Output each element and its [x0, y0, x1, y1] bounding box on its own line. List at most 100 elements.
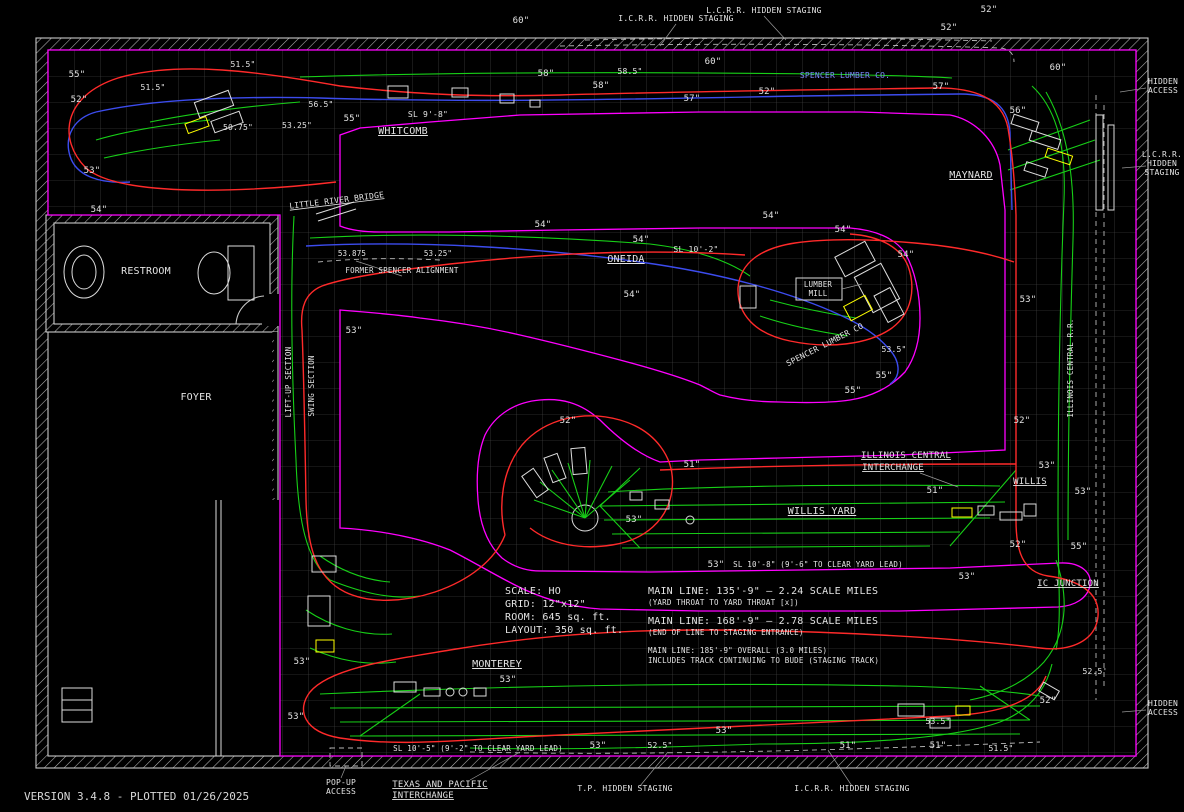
- label-dim-52-t3: 52": [759, 87, 776, 97]
- label-oneida: ONEIDA: [607, 254, 644, 265]
- label-lcrr-right-1: L.C.R.R.: [1142, 150, 1182, 159]
- label-dim-52-rc1: 52": [1014, 416, 1031, 426]
- label-dim-52-rc2: 52": [1010, 540, 1027, 550]
- label-stat-room: ROOM: 645 sq. ft.: [505, 612, 611, 623]
- label-dim-60-t2: 60": [705, 57, 722, 67]
- foyer-panel: [62, 688, 92, 722]
- label-dim-54-o6: 54": [898, 250, 915, 260]
- label-dim-53875: 53.875: [338, 249, 366, 258]
- label-dim-53-strip: 53": [346, 326, 363, 336]
- label-dim-52-tl: 52": [71, 95, 88, 105]
- label-dim-53-icj: 53": [959, 572, 976, 582]
- label-dim-58-t1: 58": [538, 69, 555, 79]
- label-dim-5325-t: 53.25": [282, 121, 312, 130]
- label-dim-5325-m: 53.25": [424, 249, 452, 258]
- label-dim-51-b2: 51": [930, 741, 947, 751]
- label-dim-53-b4: 53": [590, 741, 607, 751]
- label-spencer-lumber-co-top: SPENCER LUMBER CO.: [800, 71, 890, 80]
- label-dim-58-t2: 58": [593, 81, 610, 91]
- label-dim-55-t2: 55": [344, 114, 361, 124]
- label-dim-53-b3: 53": [288, 712, 305, 722]
- leader-lcrr-top: [764, 16, 786, 40]
- label-lumber-mill-2: MILL: [809, 289, 828, 298]
- toilet-tank: [228, 246, 254, 300]
- label-icrr-hidden-staging-top: I.C.R.R. HIDDEN STAGING: [618, 14, 733, 23]
- label-dim-60-top: 60": [513, 16, 530, 26]
- label-dim-57-t2: 57": [933, 82, 950, 92]
- label-dim-52-tr2: 52": [941, 23, 958, 33]
- label-dim-52-tr1: 52": [981, 5, 998, 15]
- label-willis: WILLIS: [1013, 477, 1047, 487]
- label-willis-yard: WILLIS YARD: [788, 506, 856, 517]
- label-dim-515-tl2: 51.5": [230, 60, 255, 69]
- label-dim-525-b: 52.5": [647, 741, 672, 750]
- label-dim-54-o1: 54": [535, 220, 552, 230]
- label-stat-scale: SCALE: HO: [505, 586, 561, 597]
- label-dim-55-tl: 55": [69, 70, 86, 80]
- label-tp-interchange-1: TEXAS AND PACIFIC: [392, 780, 488, 790]
- label-hidden-access-top-2: ACCESS: [1148, 86, 1178, 95]
- label-dim-53-b1: 53": [500, 675, 517, 685]
- label-tp-interchange-2: INTERCHANGE: [392, 791, 454, 801]
- label-dim-60-tr: 60": [1050, 63, 1067, 73]
- label-pop-up-2: ACCESS: [326, 787, 356, 796]
- label-lcrr-right-2: HIDDEN: [1147, 159, 1177, 168]
- benchwork-layer: [48, 50, 1136, 766]
- label-dim-515-tl1: 51.5": [140, 83, 165, 92]
- label-sl-9-8: SL 9'-8": [408, 110, 448, 119]
- label-dim-535-m: 53.5": [881, 345, 906, 354]
- label-dim-52-w: 52": [560, 416, 577, 426]
- label-dim-53-rc2: 53": [1039, 461, 1056, 471]
- label-dim-55-rc: 55": [1071, 542, 1088, 552]
- label-dim-56-mr: 56": [1010, 106, 1027, 116]
- label-monterey: MONTEREY: [472, 659, 522, 670]
- label-stat-mainline-3b: INCLUDES TRACK CONTINUING TO BUDE (STAGI…: [648, 656, 879, 665]
- label-dim-585: 58.5": [617, 67, 642, 76]
- label-former-spencer-alignment: FORMER SPENCER ALIGNMENT: [345, 266, 458, 275]
- label-stat-mainline-3: MAIN LINE: 185'-9" OVERALL (3.0 MILES): [648, 646, 827, 655]
- label-dim-525-icj: 52.5': [1082, 667, 1107, 676]
- label-dim-5075: 50.75": [223, 123, 253, 132]
- label-dim-53-rc3: 53": [1075, 487, 1092, 497]
- label-restroom: RESTROOM: [121, 266, 171, 277]
- label-dim-54-l: 54": [91, 205, 108, 215]
- restroom-door-gap: [262, 294, 280, 326]
- label-lcrr-hidden-staging-top: L.C.R.R. HIDDEN STAGING: [706, 6, 821, 15]
- label-dim-51-w2: 51": [927, 486, 944, 496]
- label-dim-515-b: 51.5": [988, 744, 1013, 753]
- label-ic-junction: IC JUNCTION: [1037, 579, 1099, 589]
- label-icrr-hidden-staging-bottom: I.C.R.R. HIDDEN STAGING: [794, 784, 909, 793]
- label-dim-53-w2: 53": [708, 560, 725, 570]
- label-dim-565: 56.5": [308, 100, 333, 109]
- track-plan-drawing: 60"I.C.R.R. HIDDEN STAGINGL.C.R.R. HIDDE…: [0, 0, 1184, 812]
- label-hidden-access-br-2: ACCESS: [1148, 708, 1178, 717]
- label-dim-55-m1: 55": [876, 371, 893, 381]
- label-stat-mainline-2b: (END OF LINE TO STAGING ENTRANCE): [648, 628, 804, 637]
- label-lift-up-section: LIFT-UP SECTION: [284, 347, 293, 418]
- label-hidden-access-br-1: HIDDEN: [1148, 699, 1178, 708]
- label-dim-54-o4: 54": [763, 211, 780, 221]
- label-lcrr-right-3: STAGING: [1144, 168, 1179, 177]
- plan-canvas: 60"I.C.R.R. HIDDEN STAGINGL.C.R.R. HIDDE…: [0, 0, 1184, 812]
- label-dim-53-l: 53": [84, 166, 101, 176]
- label-dim-53-b2: 53": [294, 657, 311, 667]
- label-dim-54-o5: 54": [835, 225, 852, 235]
- label-dim-53-b5: 53": [716, 726, 733, 736]
- label-pop-up-1: POP-UP: [326, 778, 356, 787]
- label-whitcomb: WHITCOMB: [378, 126, 428, 137]
- label-dim-51-w1: 51": [684, 460, 701, 470]
- label-maynard: MAYNARD: [949, 170, 993, 181]
- label-dim-53-rc1: 53": [1020, 295, 1037, 305]
- toilet-bowl: [198, 252, 230, 294]
- label-hidden-access-top-1: HIDDEN: [1148, 77, 1178, 86]
- label-dim-54-o3: 54": [624, 290, 641, 300]
- label-dim-55-m2: 55": [845, 386, 862, 396]
- label-lumber-mill-1: LUMBER: [804, 280, 833, 289]
- version-footer: VERSION 3.4.8 - PLOTTED 01/26/2025: [24, 790, 249, 803]
- label-dim-54-o2: 54": [633, 235, 650, 245]
- label-stat-mainline-2: MAIN LINE: 168'-9" — 2.78 SCALE MILES: [648, 616, 878, 627]
- label-tp-hidden-staging: T.P. HIDDEN STAGING: [577, 784, 672, 793]
- label-illinois-central-2: INTERCHANGE: [862, 463, 924, 473]
- label-swing-section: SWING SECTION: [307, 355, 316, 416]
- label-stat-mainline-1: MAIN LINE: 135'-9" — 2.24 SCALE MILES: [648, 586, 878, 597]
